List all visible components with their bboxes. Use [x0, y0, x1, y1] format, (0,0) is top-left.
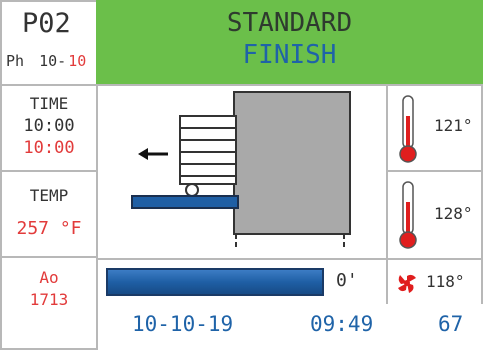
tray-stack — [179, 115, 237, 185]
sensor-row-2: 128° — [386, 170, 483, 260]
temp-value: 257 °F — [16, 218, 82, 239]
sensor-1-value: 121° — [434, 116, 473, 135]
progress-fill — [108, 270, 322, 294]
ao-label: Ao — [39, 268, 59, 287]
sensor-3-value: 118° — [426, 272, 465, 291]
progress-panel: 0' — [96, 258, 388, 304]
loading-rail — [131, 195, 239, 209]
stage-title: FINISH — [242, 40, 337, 70]
time-label: TIME — [29, 94, 69, 113]
sensor-2-value: 128° — [434, 204, 473, 223]
status-footer: 10-10-19 09:49 67 — [96, 304, 483, 350]
progress-label: 0' — [336, 270, 358, 291]
fan-icon — [398, 274, 416, 293]
temp-label: TEMP — [29, 186, 69, 205]
ao-cell[interactable]: Ao 1713 — [0, 256, 98, 350]
mode-title: STANDARD — [226, 8, 353, 38]
thermometer-icon — [399, 95, 417, 163]
ao-value: 1713 — [29, 290, 69, 309]
phase-total: 10 — [68, 52, 87, 70]
phase-indicator: Ph 10- 10 — [6, 52, 86, 70]
program-code: P02 — [22, 8, 71, 39]
progress-track — [106, 268, 324, 296]
mode-header: STANDARD FINISH — [96, 0, 483, 86]
chamber — [233, 91, 351, 235]
move-left-arrow-icon — [138, 148, 148, 160]
time-cell[interactable]: TIME 10:00 10:00 — [0, 84, 98, 172]
loader-diagram — [131, 91, 351, 250]
sensor-row-1: 121° — [386, 84, 483, 172]
sensor-row-3: 118° — [386, 258, 483, 304]
time-set: 10:00 — [23, 116, 75, 136]
loader-diagram-panel — [96, 84, 388, 260]
time-remaining: 10:00 — [23, 138, 75, 158]
thermometer-icon — [399, 181, 417, 249]
phase-label: Ph — [6, 52, 25, 70]
footer-number: 67 — [438, 312, 464, 336]
cart-wheel — [185, 183, 199, 197]
footer-clock: 09:49 — [310, 312, 374, 336]
footer-date: 10-10-19 — [132, 312, 234, 336]
temp-cell[interactable]: TEMP 257 °F — [0, 170, 98, 258]
program-cell[interactable]: P02 Ph 10- 10 — [0, 0, 98, 86]
hmi-screen: P02 Ph 10- 10 STANDARD FINISH TIME 10:00 … — [0, 0, 483, 350]
phase-current: 10- — [39, 52, 67, 70]
